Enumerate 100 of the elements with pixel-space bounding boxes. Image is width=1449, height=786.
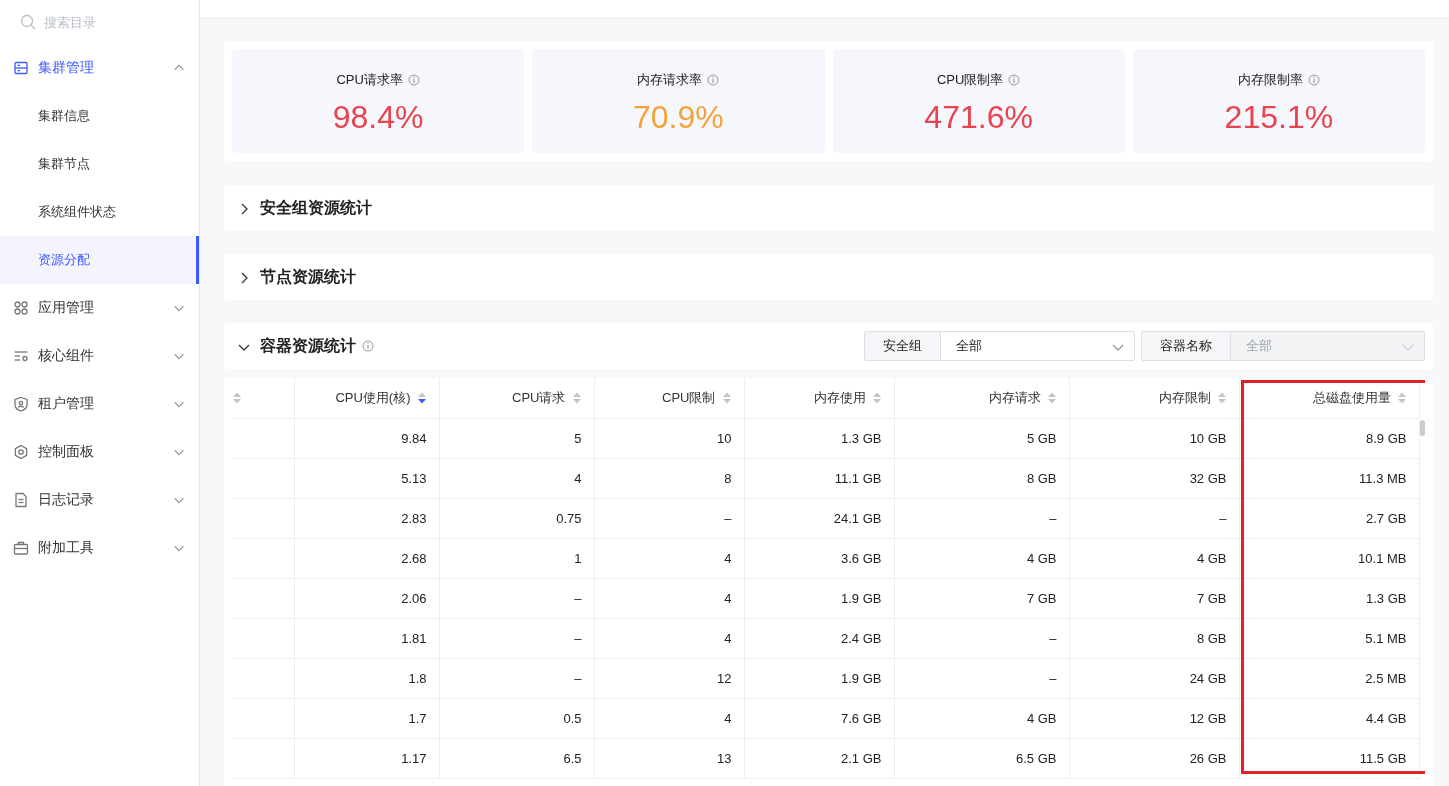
table-cell: – bbox=[439, 658, 594, 698]
info-icon bbox=[1307, 74, 1320, 86]
table-cell: 7 GB bbox=[894, 578, 1069, 618]
table-cell: 2.5 MB bbox=[1239, 658, 1419, 698]
column-header[interactable]: 总磁盘使用量 bbox=[1239, 378, 1419, 418]
table-cell: 4 GB bbox=[894, 698, 1069, 738]
column-header[interactable]: CPU使用(核) bbox=[294, 378, 439, 418]
table-cell: 8 bbox=[594, 458, 744, 498]
table-cell: 11.1 GB bbox=[744, 458, 894, 498]
table-cell: 1.81 bbox=[294, 618, 439, 658]
column-header[interactable]: 内存请求 bbox=[894, 378, 1069, 418]
table-cell: 2.1 GB bbox=[744, 738, 894, 778]
table-cell: 0.5 bbox=[439, 698, 594, 738]
table-cell: 8 GB bbox=[1069, 618, 1239, 658]
table-cell: 26 GB bbox=[1069, 738, 1239, 778]
table-cell: 11.3 MB bbox=[1239, 458, 1419, 498]
table-cell: 5.1 MB bbox=[1239, 618, 1419, 658]
table-cell: 1.3 GB bbox=[744, 418, 894, 458]
menu-item[interactable]: 系统组件状态 bbox=[0, 188, 199, 236]
table-cell: 24.1 GB bbox=[744, 498, 894, 538]
server-icon bbox=[13, 60, 29, 76]
table-cell: 1.17 bbox=[294, 738, 439, 778]
table-cell: 2.83 bbox=[294, 498, 439, 538]
section-toggle[interactable]: 节点资源统计 bbox=[236, 266, 356, 288]
table-cell: 5.13 bbox=[294, 458, 439, 498]
menu-item[interactable]: 资源分配 bbox=[0, 236, 199, 284]
table-cell: 4 bbox=[594, 698, 744, 738]
menu-group[interactable]: 应用管理 bbox=[0, 284, 199, 332]
sort-icon[interactable] bbox=[416, 391, 427, 404]
table-cell: 3.6 GB bbox=[744, 538, 894, 578]
table-cell: 7 GB bbox=[1069, 578, 1239, 618]
table-cell: 1.9 GB bbox=[744, 578, 894, 618]
list-gear-icon bbox=[13, 348, 29, 364]
column-header[interactable]: CPU限制 bbox=[594, 378, 744, 418]
table-cell: 2.4 GB bbox=[744, 618, 894, 658]
stat-label: CPU限制率 bbox=[936, 71, 1004, 89]
table-cell: 2.7 GB bbox=[1239, 498, 1419, 538]
table-cell: 6.5 bbox=[439, 738, 594, 778]
table-cell: – bbox=[894, 658, 1069, 698]
table-cell: – bbox=[439, 618, 594, 658]
stat-label: 内存限制率 bbox=[1237, 71, 1303, 89]
table-cell: 8.9 GB bbox=[1239, 418, 1419, 458]
table-cell: 5 bbox=[439, 418, 594, 458]
stat-value: 215.1% bbox=[1224, 99, 1334, 136]
column-header[interactable]: 内存限制 bbox=[1069, 378, 1239, 418]
table-cell: 4 bbox=[594, 618, 744, 658]
table-cell: 4 bbox=[594, 578, 744, 618]
table-cell: 4.4 GB bbox=[1239, 698, 1419, 738]
column-header[interactable]: 内存使用 bbox=[744, 378, 894, 418]
toolbox-icon bbox=[13, 540, 29, 556]
table-cell: 4 bbox=[594, 538, 744, 578]
menu-item[interactable]: 集群节点 bbox=[0, 140, 199, 188]
table-cell: 8 GB bbox=[894, 458, 1069, 498]
settings-icon bbox=[13, 444, 29, 460]
stat-label: 内存请求率 bbox=[637, 71, 703, 89]
table-cell: – bbox=[894, 618, 1069, 658]
table-cell: 11.5 GB bbox=[1239, 738, 1419, 778]
section-toggle[interactable]: 安全组资源统计 bbox=[236, 197, 372, 219]
table-cell: 1.7 bbox=[294, 698, 439, 738]
stat-value: 98.4% bbox=[332, 99, 424, 136]
menu-group[interactable]: 日志记录 bbox=[0, 476, 199, 524]
section-toggle[interactable]: 容器资源统计 bbox=[236, 335, 356, 357]
menu-group[interactable]: 租户管理 bbox=[0, 380, 199, 428]
menu-group[interactable]: 附加工具 bbox=[0, 524, 199, 572]
info-icon bbox=[362, 340, 374, 352]
table-cell: 10 GB bbox=[1069, 418, 1239, 458]
menu-group[interactable]: 控制面板 bbox=[0, 428, 199, 476]
table-cell: 32 GB bbox=[1069, 458, 1239, 498]
info-icon bbox=[1008, 74, 1021, 86]
table-cell: 5 GB bbox=[894, 418, 1069, 458]
menu-item[interactable]: 集群信息 bbox=[0, 92, 199, 140]
table-cell: 4 bbox=[439, 458, 594, 498]
stat-value: 471.6% bbox=[924, 99, 1033, 136]
grid-icon bbox=[13, 300, 29, 316]
document-icon bbox=[13, 492, 29, 508]
table-cell: 2.06 bbox=[294, 578, 439, 618]
table-cell: 7.6 GB bbox=[744, 698, 894, 738]
info-icon bbox=[707, 74, 720, 86]
table-cell: 9.84 bbox=[294, 418, 439, 458]
table-cell: – bbox=[1069, 498, 1239, 538]
search-icon bbox=[20, 14, 36, 30]
stat-value: 70.9% bbox=[633, 99, 724, 136]
menu-group[interactable]: 集群管理 bbox=[0, 44, 199, 92]
table-cell: 10.1 MB bbox=[1239, 538, 1419, 578]
table-cell: 2.68 bbox=[294, 538, 439, 578]
table-cell: 4 GB bbox=[894, 538, 1069, 578]
table-cell: 1.9 GB bbox=[744, 658, 894, 698]
scrollbar-thumb[interactable] bbox=[1420, 420, 1425, 436]
table-cell: 1.8 bbox=[294, 658, 439, 698]
table-cell: 12 GB bbox=[1069, 698, 1239, 738]
table-cell: – bbox=[439, 578, 594, 618]
table-cell: 0.75 bbox=[439, 498, 594, 538]
table-cell: – bbox=[894, 498, 1069, 538]
shield-icon bbox=[13, 396, 29, 412]
table-cell: 1 bbox=[439, 538, 594, 578]
table-cell: 1.3 GB bbox=[1239, 578, 1419, 618]
column-header[interactable]: CPU请求 bbox=[439, 378, 594, 418]
stat-label: CPU请求率 bbox=[336, 71, 403, 89]
table-cell: 24 GB bbox=[1069, 658, 1239, 698]
menu-group[interactable]: 核心组件 bbox=[0, 332, 199, 380]
